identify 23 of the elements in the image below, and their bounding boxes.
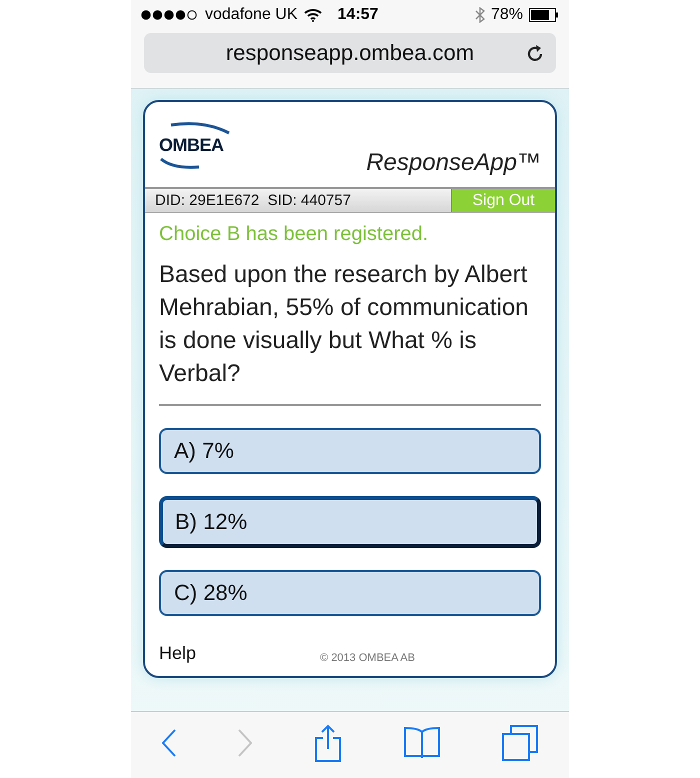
question-text: Based upon the research by Albert Mehrabian, 55% of communication is done visually but What % is Verbal? — [158, 260, 530, 389]
answer-option[interactable]: A) 7% — [159, 428, 541, 474]
answer-option[interactable]: B) 12% — [159, 496, 541, 548]
session-ids: DID: 29E1E672 SID: 440757 — [145, 189, 451, 212]
logo: OMBEA — [159, 121, 231, 171]
address-bar[interactable]: responseapp.ombea.com — [144, 33, 556, 73]
wifi-icon — [304, 8, 322, 22]
battery-percentage: 78% — [490, 6, 523, 24]
bluetooth-icon — [474, 7, 485, 23]
book-icon[interactable] — [404, 726, 440, 760]
tabs-icon[interactable] — [502, 725, 538, 761]
back-icon[interactable] — [162, 729, 176, 757]
clock-time: 14:57 — [338, 6, 378, 24]
carrier-name: vodafone UK — [205, 6, 298, 24]
battery-icon — [529, 8, 559, 22]
confirmation-message: Choice B has been registered. — [158, 222, 430, 246]
share-icon[interactable] — [314, 724, 342, 762]
reload-icon[interactable] — [526, 43, 544, 63]
app-title: ResponseApp™ — [366, 149, 541, 177]
answer-option[interactable]: C) 28% — [159, 570, 541, 616]
help-link[interactable]: Help — [159, 643, 196, 664]
signal-icon — [141, 10, 199, 20]
copyright-text: © 2013 OMBEA AB — [320, 652, 415, 664]
